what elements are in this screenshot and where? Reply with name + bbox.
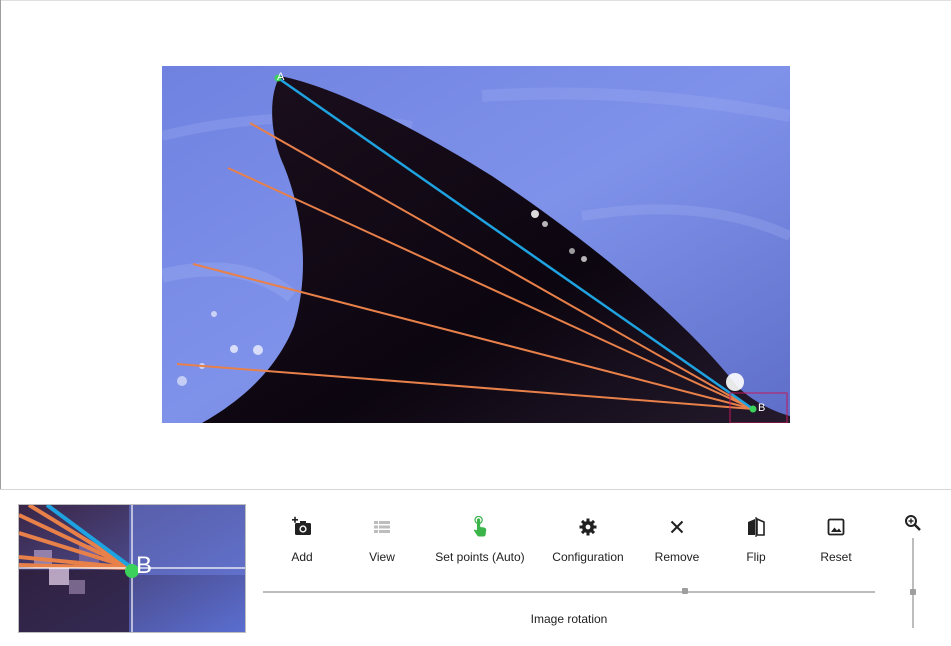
close-icon [666,516,688,538]
image-rotation-slider-thumb[interactable] [682,588,689,594]
point-b-marker[interactable] [749,405,757,413]
gear-icon [577,516,599,538]
flip-label: Flip [746,550,766,564]
magnifier-loupe: B [18,504,246,633]
configuration-label: Configuration [552,550,624,564]
image-icon [825,516,847,538]
frame-left-border [0,0,1,490]
flip-icon [745,516,767,538]
remove-button[interactable]: Remove [632,512,722,572]
image-rotation-label: Image rotation [530,612,608,626]
view-label: View [369,550,395,564]
set-points-label: Set points (Auto) [435,550,525,564]
point-b-label: B [758,402,765,414]
list-view-icon [371,516,393,538]
view-button[interactable]: View [337,512,427,572]
fin-image[interactable]: A B [162,66,790,423]
set-points-auto-button[interactable]: Set points (Auto) [435,512,525,572]
loupe-point-label: B [136,552,152,579]
touch-pointer-icon [469,516,491,538]
zoom-slider-thumb[interactable] [910,589,916,595]
zoom-slider[interactable] [910,538,916,628]
reset-label: Reset [820,550,852,564]
add-photo-icon [291,516,313,538]
add-button[interactable]: Add [257,512,347,572]
flip-button[interactable]: Flip [711,512,801,572]
reset-button[interactable]: Reset [791,512,881,572]
frame-top-border [0,0,951,1]
configuration-button[interactable]: Configuration [543,512,633,572]
zoom-in-icon [904,514,922,532]
point-a-label: A [277,71,285,83]
remove-label: Remove [654,550,700,564]
image-rotation-slider[interactable] [263,588,875,594]
add-label: Add [291,550,313,564]
